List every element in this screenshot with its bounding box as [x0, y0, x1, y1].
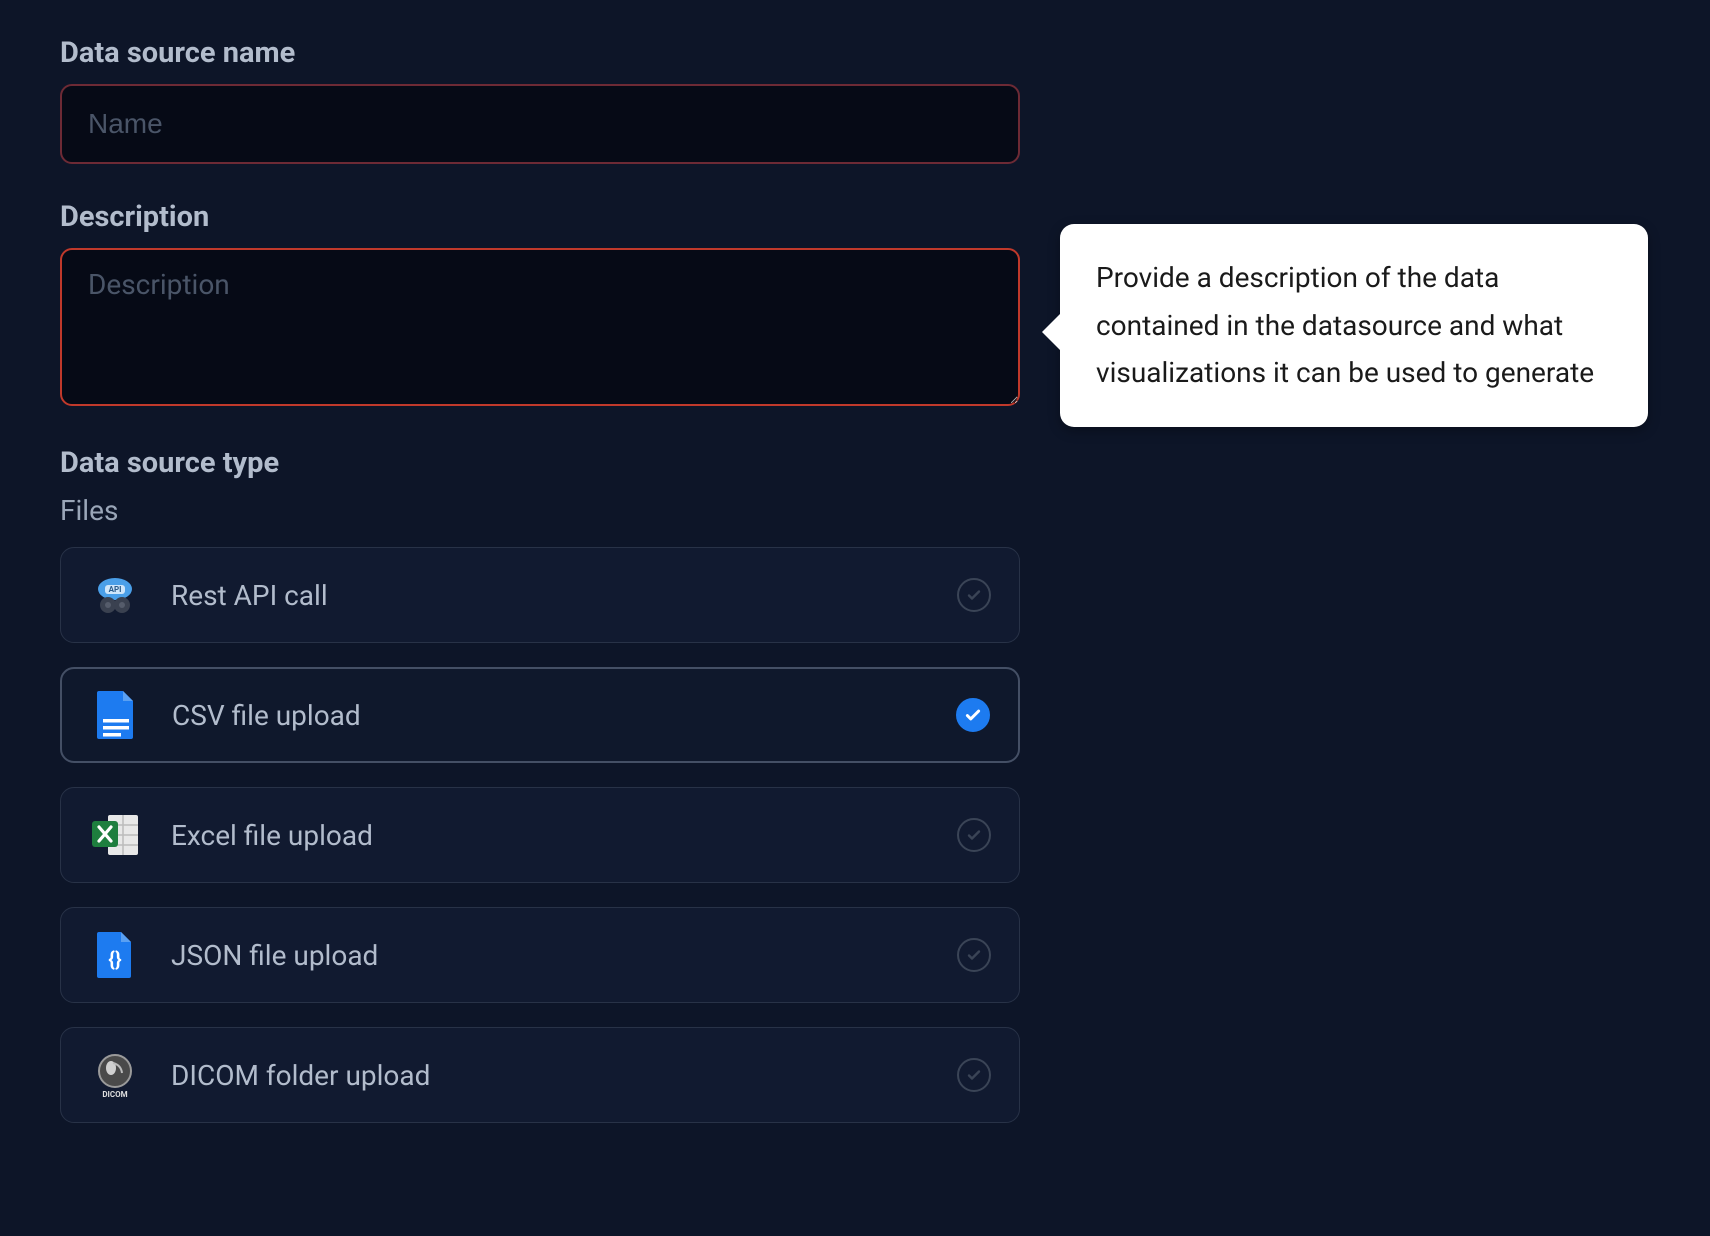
radio-unchecked-icon: [957, 578, 991, 612]
option-json[interactable]: {} JSON file upload: [60, 907, 1020, 1003]
radio-unchecked-icon: [957, 1058, 991, 1092]
description-label: Description: [60, 200, 1020, 234]
option-label: DICOM folder upload: [171, 1059, 957, 1092]
radio-unchecked-icon: [957, 818, 991, 852]
option-csv[interactable]: CSV file upload: [60, 667, 1020, 763]
description-tooltip: Provide a description of the data contai…: [1060, 224, 1648, 427]
dicom-folder-icon: DICOM: [89, 1049, 141, 1101]
type-label: Data source type: [60, 446, 1020, 480]
tooltip-text: Provide a description of the data contai…: [1096, 261, 1594, 389]
svg-text:{}: {}: [108, 947, 122, 971]
svg-text:API: API: [109, 585, 122, 594]
description-textarea[interactable]: [60, 248, 1020, 406]
api-icon: API: [89, 569, 141, 621]
option-excel[interactable]: Excel file upload: [60, 787, 1020, 883]
radio-unchecked-icon: [957, 938, 991, 972]
svg-text:DICOM: DICOM: [102, 1090, 127, 1099]
excel-file-icon: [89, 809, 141, 861]
files-sublabel: Files: [60, 494, 1020, 527]
name-label: Data source name: [60, 36, 1020, 70]
option-rest-api[interactable]: API Rest API call: [60, 547, 1020, 643]
option-label: JSON file upload: [171, 939, 957, 972]
csv-file-icon: [90, 689, 142, 741]
radio-checked-icon: [956, 698, 990, 732]
json-file-icon: {}: [89, 929, 141, 981]
name-input[interactable]: [60, 84, 1020, 164]
option-label: Rest API call: [171, 579, 957, 612]
option-dicom[interactable]: DICOM DICOM folder upload: [60, 1027, 1020, 1123]
option-label: Excel file upload: [171, 819, 957, 852]
option-label: CSV file upload: [172, 699, 956, 732]
